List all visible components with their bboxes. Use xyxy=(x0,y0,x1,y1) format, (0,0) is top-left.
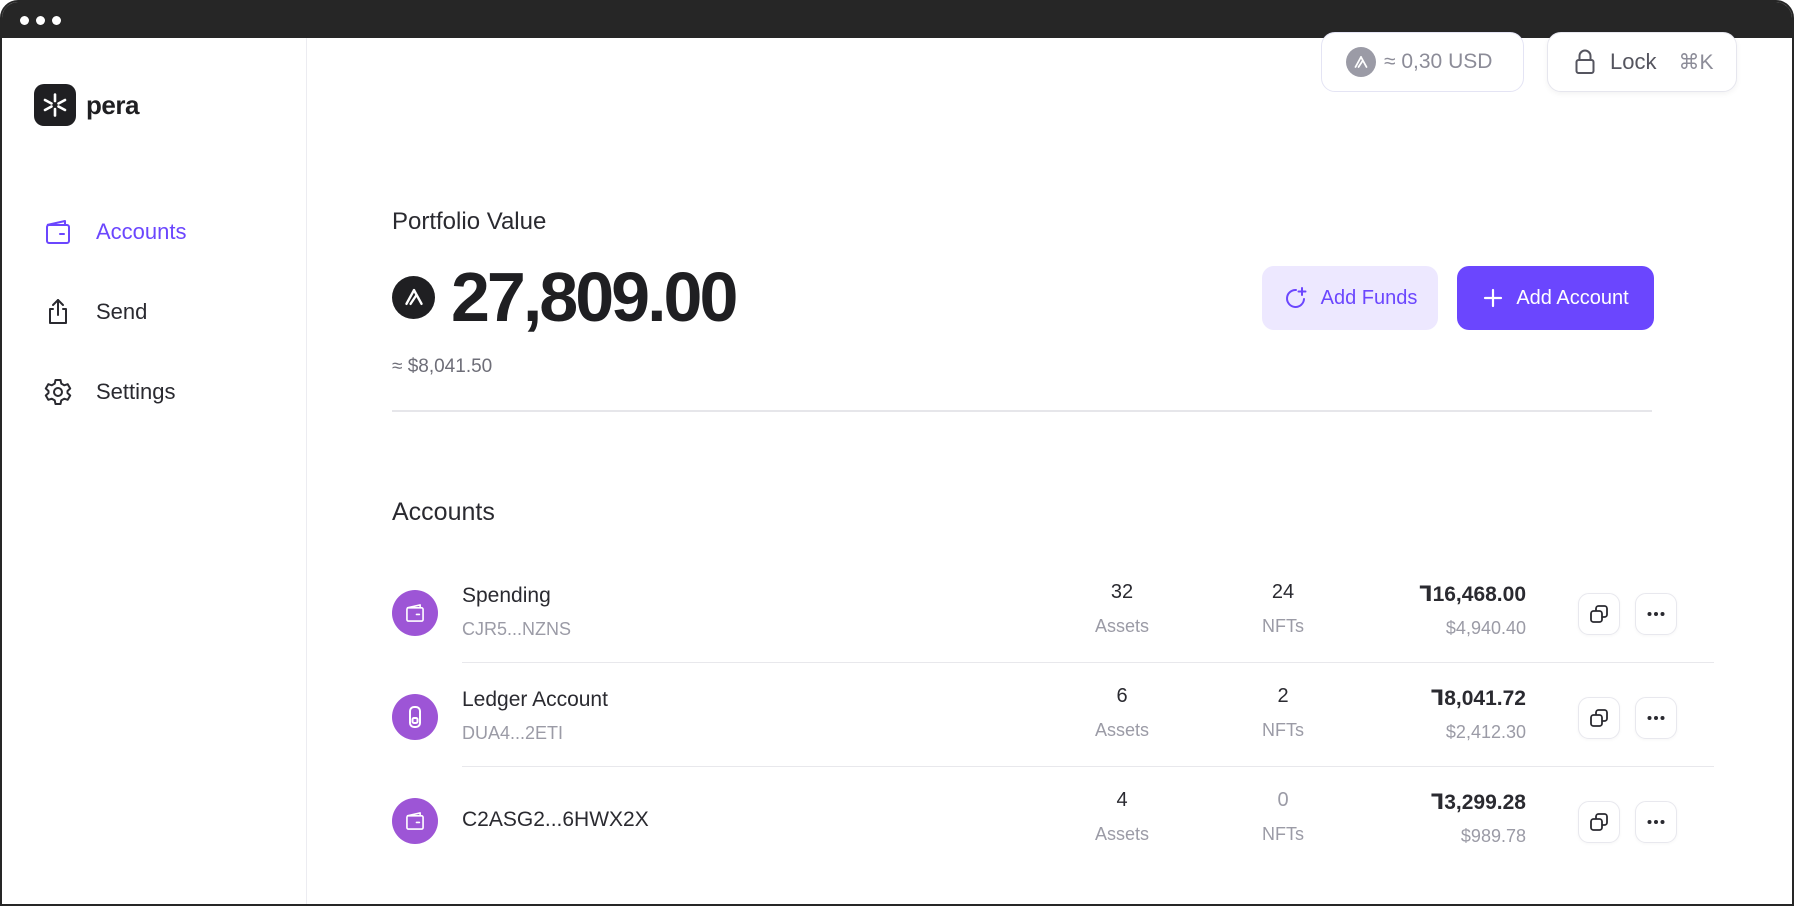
assets-number: 4 xyxy=(1116,789,1128,811)
account-algo-amount: Ꞁ16,468.00 xyxy=(1419,583,1526,606)
nfts-number: 2 xyxy=(1277,685,1289,707)
assets-label: Assets xyxy=(1094,824,1150,844)
add-account-label: Add Account xyxy=(1516,286,1629,309)
copy-icon xyxy=(1590,813,1608,831)
assets-label: Assets xyxy=(1094,616,1150,636)
nfts-label: NFTs xyxy=(1262,824,1304,844)
plus-icon xyxy=(1482,287,1504,309)
accounts-title: Accounts xyxy=(392,498,495,526)
copy-icon xyxy=(1590,605,1608,623)
add-funds-icon xyxy=(1283,285,1309,311)
share-upload-icon xyxy=(42,296,74,328)
nfts-number: 24 xyxy=(1271,581,1295,603)
sidebar-item-send[interactable]: Send xyxy=(42,292,147,332)
lock-label: Lock xyxy=(1610,49,1657,74)
window-dot[interactable] xyxy=(20,16,29,25)
window-dot[interactable] xyxy=(52,16,61,25)
account-name: Spending xyxy=(462,584,551,607)
portfolio-label: Portfolio Value xyxy=(392,208,547,235)
sidebar-item-label: Settings xyxy=(96,379,176,404)
account-algo-amount: Ꞁ3,299.28 xyxy=(1430,791,1526,814)
sidebar-item-settings[interactable]: Settings xyxy=(42,372,176,412)
algo-icon xyxy=(392,275,435,319)
wallet-icon xyxy=(392,590,438,636)
assets-label: Assets xyxy=(1094,720,1150,740)
nfts-number: 0 xyxy=(1277,789,1289,811)
portfolio-value: 27,809.00 xyxy=(451,258,738,336)
sidebar: pera Accounts Send Settings xyxy=(2,38,307,904)
nfts-label: NFTs xyxy=(1262,720,1304,740)
algo-price: ≈ 0,30 USD xyxy=(1384,50,1493,73)
wallet-icon xyxy=(392,798,438,844)
account-usd-amount: $2,412.30 xyxy=(1445,722,1526,742)
divider xyxy=(392,410,1652,412)
more-icon xyxy=(1647,820,1665,824)
app-window: pera Accounts Send Settings ≈ 0,30 USD L… xyxy=(0,0,1794,906)
logo: pera xyxy=(34,84,139,126)
pera-logo-icon xyxy=(34,84,76,126)
gear-icon xyxy=(42,376,74,408)
portfolio-usd-value: ≈ $8,041.50 xyxy=(392,356,493,377)
add-funds-label: Add Funds xyxy=(1320,286,1418,309)
add-funds-button[interactable]: Add Funds xyxy=(1262,266,1438,330)
more-options-button[interactable] xyxy=(1635,593,1677,635)
wallet-icon xyxy=(42,216,74,248)
more-icon xyxy=(1647,612,1665,616)
brand-name: pera xyxy=(86,89,139,120)
more-options-button[interactable] xyxy=(1635,697,1677,739)
account-algo-amount: Ꞁ8,041.72 xyxy=(1430,687,1526,710)
account-address: CJR5...NZNS xyxy=(462,619,572,639)
window-dot[interactable] xyxy=(36,16,45,25)
sidebar-item-accounts[interactable]: Accounts xyxy=(42,212,187,252)
more-options-button[interactable] xyxy=(1635,801,1677,843)
assets-number: 32 xyxy=(1110,581,1134,603)
copy-address-button[interactable] xyxy=(1578,593,1620,635)
account-name: Ledger Account xyxy=(462,688,608,711)
algo-price-pill[interactable]: ≈ 0,30 USD xyxy=(1321,32,1524,92)
add-account-button[interactable]: Add Account xyxy=(1457,266,1654,330)
algo-icon xyxy=(1346,47,1376,77)
lock-shortcut: ⌘K xyxy=(1678,50,1714,74)
account-usd-amount: $989.78 xyxy=(1460,826,1526,846)
lock-button[interactable]: Lock ⌘K xyxy=(1547,32,1737,92)
ledger-icon xyxy=(392,694,438,740)
account-address: DUA4...2ETI xyxy=(462,723,564,743)
nfts-label: NFTs xyxy=(1262,616,1304,636)
account-row[interactable]: C2ASG2...6HWX2X 4 Assets 0 NFTs Ꞁ3,299.2… xyxy=(392,767,1714,871)
copy-address-button[interactable] xyxy=(1578,697,1620,739)
more-icon xyxy=(1647,716,1665,720)
account-row[interactable]: Spending CJR5...NZNS 32 Assets 24 NFTs Ꞁ… xyxy=(392,559,1714,663)
sidebar-item-label: Accounts xyxy=(96,219,187,244)
account-name: C2ASG2...6HWX2X xyxy=(462,808,649,831)
copy-icon xyxy=(1590,709,1608,727)
account-usd-amount: $4,940.40 xyxy=(1445,618,1526,638)
title-bar xyxy=(2,2,1792,38)
sidebar-item-label: Send xyxy=(96,299,148,324)
account-row[interactable]: Ledger Account DUA4...2ETI 6 Assets 2 NF… xyxy=(392,663,1714,767)
copy-address-button[interactable] xyxy=(1578,801,1620,843)
lock-icon xyxy=(1574,49,1596,75)
assets-number: 6 xyxy=(1116,685,1128,707)
portfolio-value-row: 27,809.00 xyxy=(392,258,738,336)
